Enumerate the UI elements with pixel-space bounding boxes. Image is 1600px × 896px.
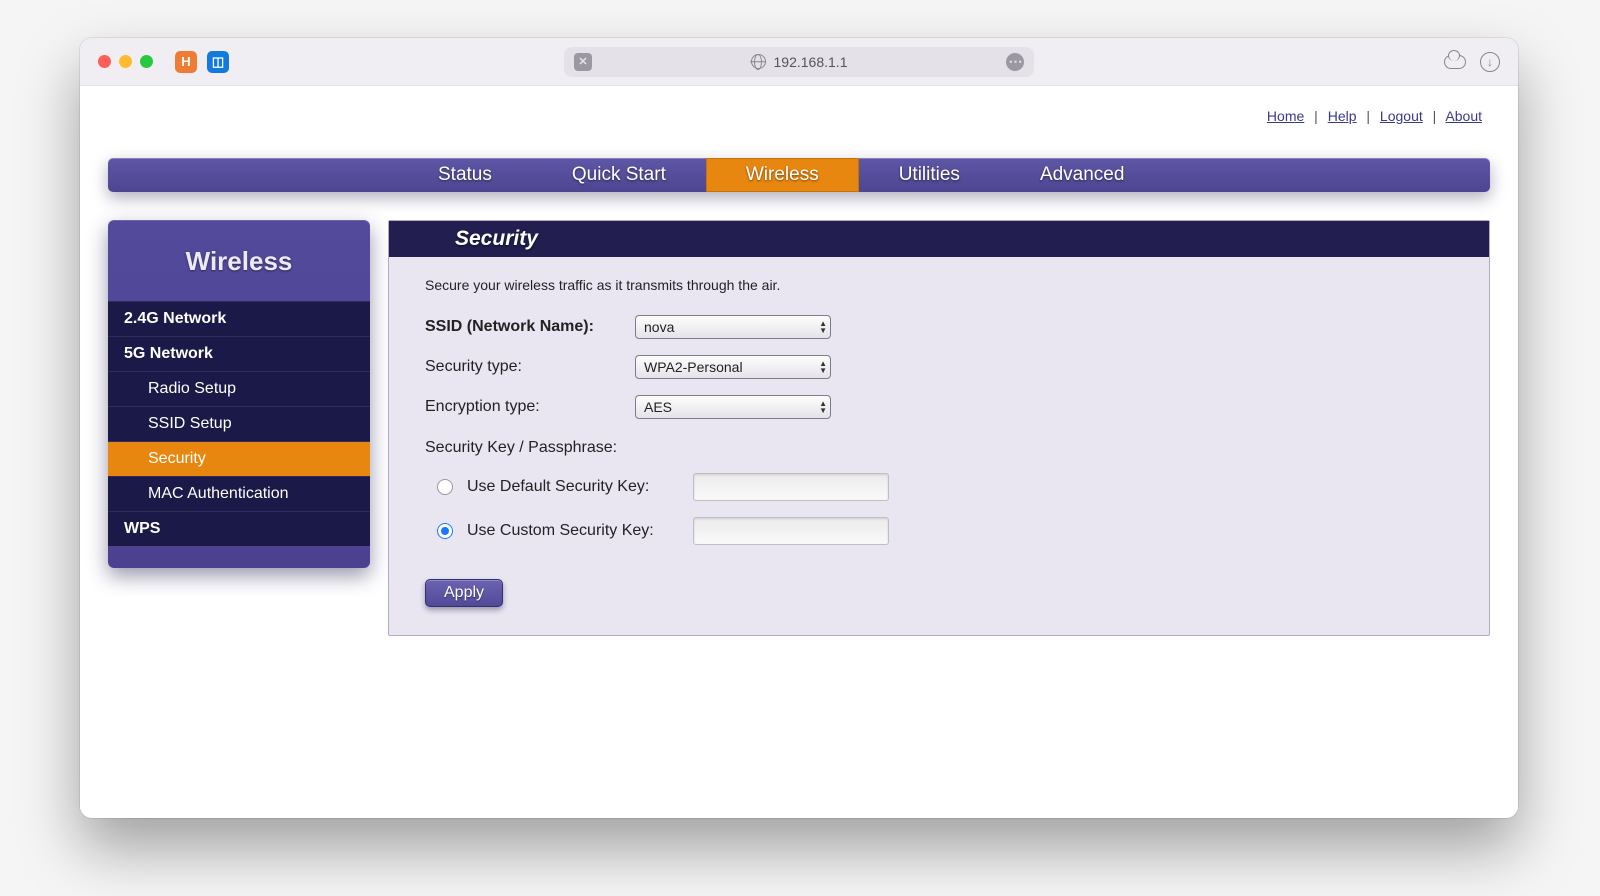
tab-utilities[interactable]: Utilities [859,158,1000,192]
sidebar-item-security[interactable]: Security [108,441,370,476]
tab-advanced[interactable]: Advanced [1000,158,1165,192]
window-controls [98,55,153,68]
sidebar-item-mac-authentication[interactable]: MAC Authentication [108,476,370,511]
sidebar-item-ssid-setup[interactable]: SSID Setup [108,406,370,441]
globe-icon [751,54,766,69]
panel-title: Security [389,221,1489,257]
home-link[interactable]: Home [1267,108,1304,124]
sidebar: Wireless 2.4G Network 5G Network Radio S… [108,220,370,568]
passphrase-section-label: Security Key / Passphrase: [425,439,1453,457]
about-link[interactable]: About [1445,108,1482,124]
separator: | [1366,108,1370,124]
security-type-label: Security type: [425,358,635,376]
use-default-key-radio[interactable] [437,479,453,495]
use-default-key-label: Use Default Security Key: [467,478,693,496]
ssid-value: nova [644,319,674,335]
sidebar-item-radio-setup[interactable]: Radio Setup [108,371,370,406]
maximize-window-button[interactable] [140,55,153,68]
apply-button[interactable]: Apply [425,579,503,607]
ssid-label: SSID (Network Name): [425,318,635,336]
custom-key-input[interactable] [693,517,889,545]
address-bar[interactable]: ✕ 192.168.1.1 ⋯ [564,47,1034,77]
extension-h-icon[interactable]: H [175,51,197,73]
tab-quick-start[interactable]: Quick Start [532,158,706,192]
downloads-icon[interactable]: ↓ [1480,52,1500,72]
more-icon[interactable]: ⋯ [1006,53,1024,71]
encryption-type-value: AES [644,399,672,415]
security-type-value: WPA2-Personal [644,359,743,375]
close-icon[interactable]: ✕ [574,53,592,71]
sidebar-item-wps[interactable]: WPS [108,511,370,546]
security-type-select[interactable]: WPA2-Personal [635,355,831,379]
sidebar-item-5g-network[interactable]: 5G Network [108,336,370,371]
use-custom-key-label: Use Custom Security Key: [467,522,693,540]
panel-intro-text: Secure your wireless traffic as it trans… [425,277,1453,293]
top-links: Home | Help | Logout | About [108,108,1490,124]
minimize-window-button[interactable] [119,55,132,68]
separator: | [1314,108,1318,124]
content-panel: Security Secure your wireless traffic as… [388,220,1490,636]
separator: | [1433,108,1437,124]
cloud-icon[interactable] [1444,55,1466,69]
sidebar-item-24g-network[interactable]: 2.4G Network [108,301,370,336]
extension-icons: H ◫ [175,51,229,73]
url-text: 192.168.1.1 [774,54,848,70]
browser-toolbar: H ◫ ✕ 192.168.1.1 ⋯ ↓ [80,38,1518,86]
ssid-select[interactable]: nova [635,315,831,339]
tab-wireless[interactable]: Wireless [706,158,859,192]
browser-window: H ◫ ✕ 192.168.1.1 ⋯ ↓ Home | Help | Logo… [80,38,1518,818]
encryption-type-label: Encryption type: [425,398,635,416]
sidebar-title: Wireless [108,220,370,301]
extension-trello-icon[interactable]: ◫ [207,51,229,73]
help-link[interactable]: Help [1328,108,1357,124]
encryption-type-select[interactable]: AES [635,395,831,419]
logout-link[interactable]: Logout [1380,108,1423,124]
page-content: Home | Help | Logout | About Status Quic… [80,86,1518,818]
close-window-button[interactable] [98,55,111,68]
default-key-input[interactable] [693,473,889,501]
tab-status[interactable]: Status [398,158,532,192]
address-display: 192.168.1.1 [602,54,996,70]
main-navigation: Status Quick Start Wireless Utilities Ad… [108,158,1490,192]
use-custom-key-radio[interactable] [437,523,453,539]
